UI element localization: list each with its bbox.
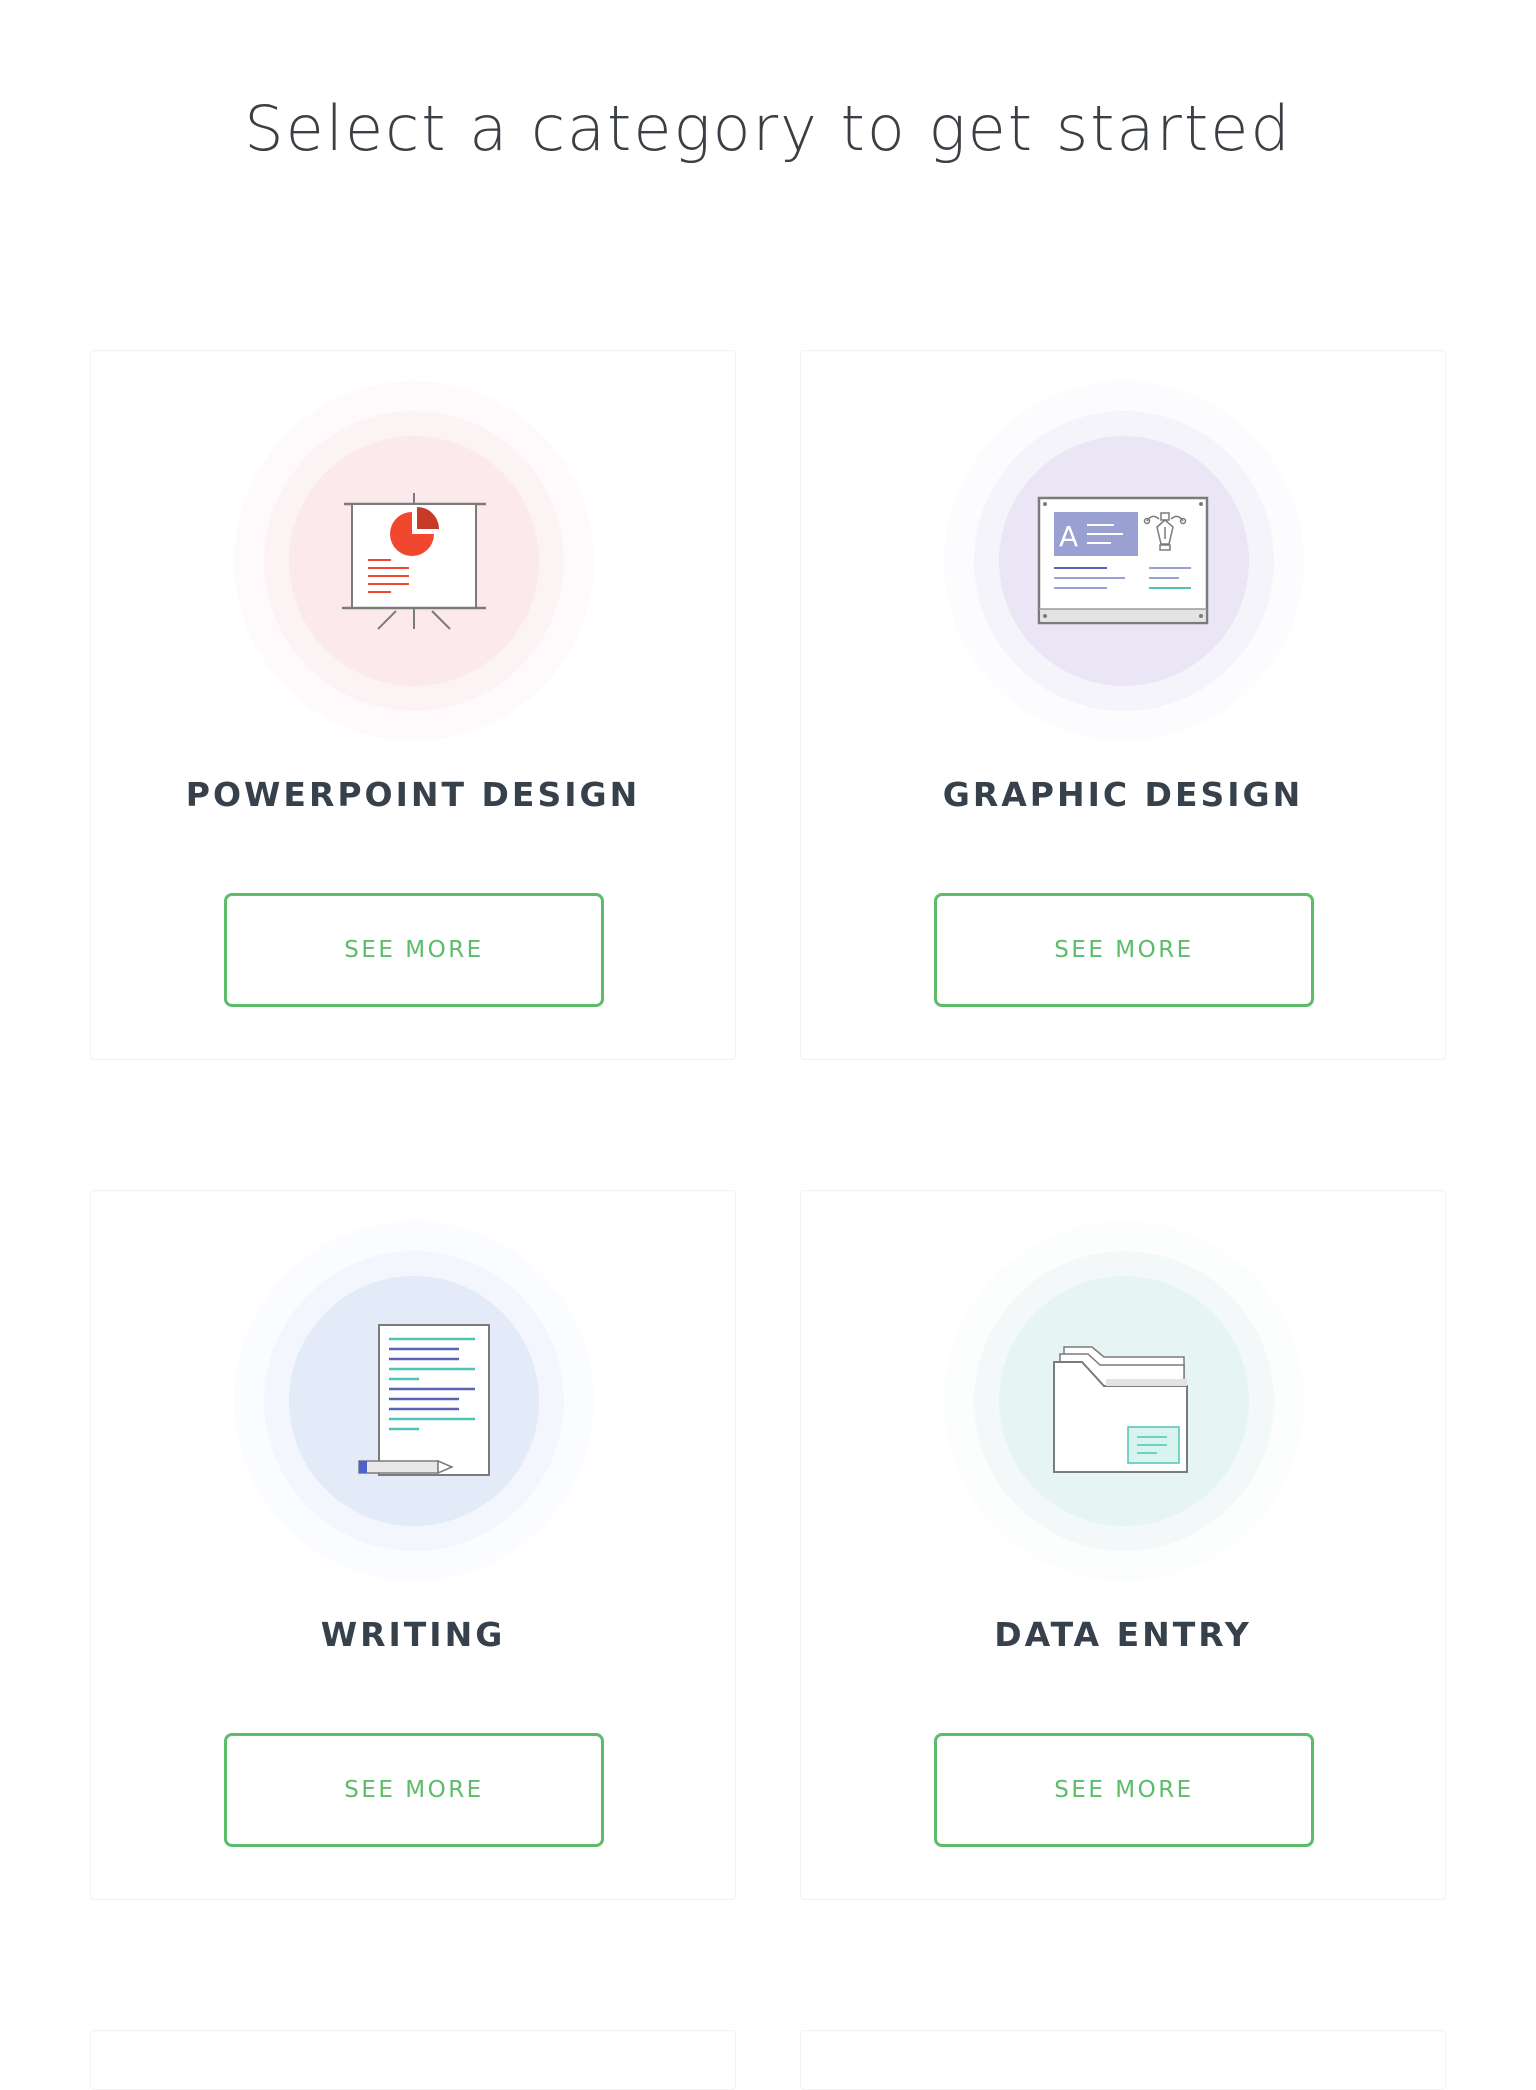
icon-halo xyxy=(234,1221,594,1581)
icon-halo xyxy=(234,381,594,741)
see-more-button[interactable]: SEE MORE xyxy=(934,893,1314,1007)
see-more-button[interactable]: SEE MORE xyxy=(224,1733,604,1847)
document-pencil-icon xyxy=(358,1324,490,1476)
icon-halo xyxy=(944,1221,1304,1581)
icon-halo: A xyxy=(944,381,1304,741)
category-card-data-entry: DATA ENTRY SEE MORE xyxy=(800,1190,1446,1900)
svg-text:A: A xyxy=(1059,520,1078,553)
category-title: WRITING xyxy=(320,1615,506,1654)
see-more-button[interactable]: SEE MORE xyxy=(224,893,604,1007)
category-card-partial xyxy=(800,2030,1446,2090)
see-more-button[interactable]: SEE MORE xyxy=(934,1733,1314,1847)
category-title: GRAPHIC DESIGN xyxy=(942,775,1304,814)
category-card-partial xyxy=(90,2030,736,2090)
category-title: POWERPOINT DESIGN xyxy=(185,775,641,814)
presentation-board-icon xyxy=(342,493,486,630)
category-title: DATA ENTRY xyxy=(994,1615,1252,1654)
design-canvas-icon: A xyxy=(1037,496,1209,625)
folder-icon xyxy=(1053,1346,1188,1473)
category-card-writing: WRITING SEE MORE xyxy=(90,1190,736,1900)
category-card-graphic-design: A GRAPHIC DESIGN SEE MORE xyxy=(800,350,1446,1060)
page-title: Select a category to get started xyxy=(244,92,1292,165)
category-card-powerpoint-design: POWERPOINT DESIGN SEE MORE xyxy=(90,350,736,1060)
